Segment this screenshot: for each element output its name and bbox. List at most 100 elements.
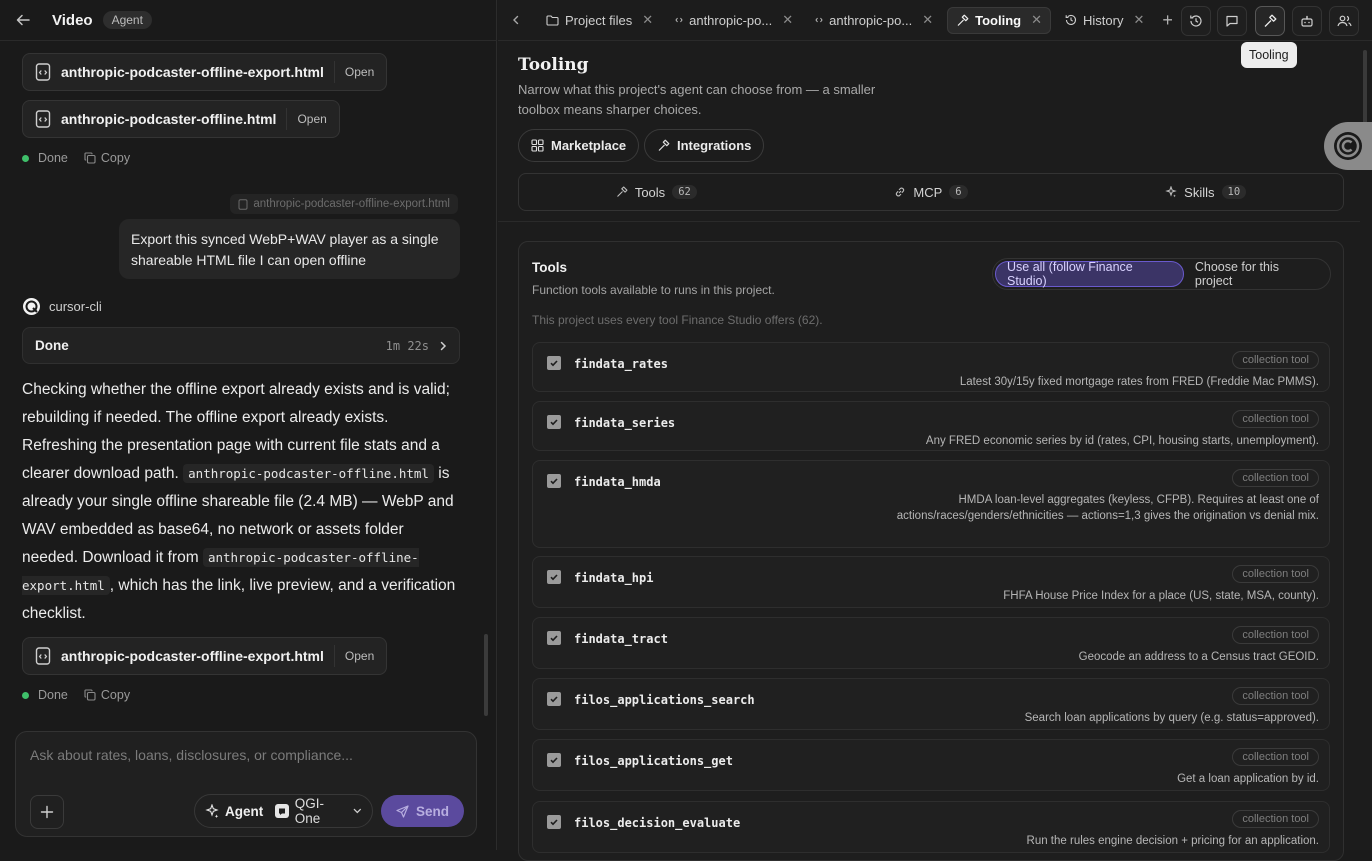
copy-label: Copy [100, 688, 131, 702]
tool-description: HMDA loan-level aggregates (keyless, CFP… [896, 494, 1319, 522]
tool-description: Search loan applications by query (e.g. … [1024, 712, 1319, 724]
tool-checkbox[interactable] [547, 415, 561, 429]
tool-checkbox[interactable] [547, 474, 561, 488]
model-logo-icon [275, 804, 289, 818]
tool-checkbox[interactable] [547, 815, 561, 829]
choose-for-project-option[interactable]: Choose for this project [1184, 260, 1328, 288]
run-status-label: Done [35, 338, 69, 353]
tool-checkbox[interactable] [547, 631, 561, 645]
tab-tooling[interactable]: Tooling ✕ [947, 6, 1052, 34]
grid-icon [531, 139, 544, 152]
open-file-button[interactable]: Open [333, 645, 374, 667]
tab-label: anthropic-po... [689, 12, 773, 28]
file-chip[interactable]: anthropic-podcaster-offline.html Open [22, 100, 340, 138]
chat-header: Video Agent [0, 0, 497, 41]
segment-label: Tools [634, 184, 666, 200]
copy-button[interactable]: Copy [84, 688, 130, 702]
folder-icon [546, 14, 559, 26]
tab-history[interactable]: History ✕ [1057, 7, 1152, 34]
tool-checkbox[interactable] [547, 753, 561, 767]
plus-icon [40, 805, 54, 819]
tool-name: findata_hpi [574, 571, 654, 585]
use-all-option[interactable]: Use all (follow Finance Studio) [995, 260, 1184, 288]
close-icon[interactable]: ✕ [1031, 12, 1042, 28]
hammer-icon [658, 139, 670, 151]
chat-scrollbar[interactable] [484, 634, 488, 716]
hammer-icon [616, 186, 628, 197]
chevron-right-icon [439, 341, 447, 351]
close-icon[interactable]: ✕ [782, 12, 793, 28]
tool-description: Any FRED economic series by id (rates, C… [925, 435, 1319, 447]
tool-type-badge: collection tool [1232, 687, 1319, 705]
chevron-down-icon [353, 808, 362, 814]
integrations-label: Integrations [677, 138, 752, 153]
tool-description: Run the rules engine decision + pricing … [1026, 835, 1319, 847]
sparkle-icon [1165, 186, 1177, 198]
members-button[interactable] [1329, 6, 1359, 36]
tab-file[interactable]: anthropic-po... ✕ [807, 7, 941, 34]
tool-name: filos_decision_evaluate [574, 816, 741, 830]
tab-label: History [1083, 12, 1124, 28]
assistant-reply: Checking whether the offline export alre… [22, 376, 462, 628]
integrations-button[interactable]: Integrations [644, 129, 765, 162]
back-arrow-icon[interactable] [12, 9, 34, 31]
agent-mode-button[interactable]: Agent [205, 804, 263, 819]
tool-type-badge: collection tool [1232, 469, 1319, 487]
tool-checkbox[interactable] [547, 692, 561, 706]
users-icon [1336, 15, 1352, 27]
marketplace-button[interactable]: Marketplace [518, 129, 640, 162]
tool-type-badge: collection tool [1232, 351, 1319, 369]
close-icon[interactable]: ✕ [642, 12, 653, 28]
card-subtitle: Function tools available to runs in this… [532, 283, 775, 297]
chevron-left-icon[interactable] [512, 15, 532, 25]
chat-title: Video [52, 11, 93, 29]
add-attachment-button[interactable] [30, 795, 64, 829]
history-button[interactable] [1181, 6, 1211, 36]
segment-count: 6 [949, 185, 968, 199]
context-file-tag: anthropic-podcaster-offline-export.html [230, 194, 458, 214]
robot-icon [1301, 15, 1313, 27]
message-input[interactable]: Ask about rates, loans, disclosures, or … [30, 747, 353, 763]
file-name: anthropic-podcaster-offline.html [61, 111, 277, 127]
tool-checkbox[interactable] [547, 570, 561, 584]
context-file-name: anthropic-podcaster-offline-export.html [253, 198, 450, 210]
tooling-button[interactable] [1255, 6, 1285, 36]
model-selector[interactable]: QGI-One [275, 796, 362, 826]
file-chip[interactable]: anthropic-podcaster-offline-export.html … [22, 53, 388, 91]
file-chip[interactable]: anthropic-podcaster-offline-export.html … [22, 637, 388, 675]
sparkle-icon [205, 804, 219, 818]
run-summary-toggle[interactable]: Done 1m 22s [22, 327, 460, 364]
comments-button[interactable] [1217, 6, 1247, 36]
history-icon [1065, 14, 1077, 26]
open-file-button[interactable]: Open [286, 108, 327, 130]
close-icon[interactable]: ✕ [1133, 12, 1144, 28]
copy-button[interactable]: Copy [84, 151, 130, 165]
send-button[interactable]: Send [381, 795, 464, 827]
page-title: Tooling [518, 55, 589, 75]
bot-button[interactable] [1292, 6, 1322, 36]
message-status: Done Copy [22, 688, 130, 702]
new-tab-plus-icon[interactable]: + [1162, 10, 1173, 31]
copy-icon [84, 689, 96, 701]
tab-file[interactable]: anthropic-po... ✕ [667, 7, 801, 34]
done-status-dot [22, 691, 29, 699]
tool-name: findata_hmda [574, 475, 661, 489]
copy-label: Copy [100, 151, 131, 165]
tool-type-badge: collection tool [1232, 748, 1319, 766]
tab-tools[interactable]: Tools 62 [519, 174, 794, 210]
floating-widget[interactable] [1324, 122, 1372, 170]
tab-project-files[interactable]: Project files ✕ [538, 7, 661, 34]
tab-mcp[interactable]: MCP 6 [794, 174, 1069, 210]
tool-checkbox[interactable] [547, 356, 561, 370]
file-code-icon [815, 17, 823, 23]
close-icon[interactable]: ✕ [922, 12, 933, 28]
tool-type-badge: collection tool [1232, 565, 1319, 583]
open-file-button[interactable]: Open [333, 61, 374, 83]
checkmark-icon [550, 419, 558, 426]
workspace-panel: Project files ✕ anthropic-po... ✕ anthro… [498, 0, 1372, 861]
agent-identity: cursor-cli [22, 297, 102, 316]
tab-skills[interactable]: Skills 10 [1068, 174, 1343, 210]
history-icon [1190, 15, 1202, 27]
send-icon [396, 804, 409, 818]
tool-description: FHFA House Price Index for a place (US, … [1003, 590, 1319, 602]
